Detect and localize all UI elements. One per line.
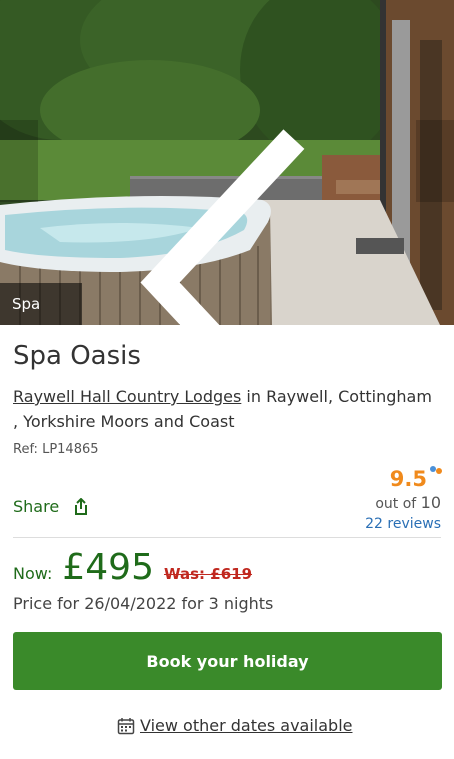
share-icon	[75, 497, 88, 515]
view-other-dates-label: View other dates available	[140, 716, 353, 735]
rating-out-of: out of 10	[331, 493, 441, 512]
book-holiday-button[interactable]: Book your holiday	[13, 632, 442, 690]
gallery-next-button[interactable]	[416, 120, 454, 202]
share-button[interactable]: Share	[13, 497, 89, 516]
rating-score-value: 9.5	[389, 467, 427, 491]
divider	[13, 537, 441, 538]
rating-block: 9.5 out of 10 22 reviews	[331, 466, 442, 532]
rating-out-of-label: out of	[375, 496, 417, 512]
price-was-value: Was: £619	[163, 565, 253, 583]
listing-location: Raywell Hall Country Lodges in Raywell, …	[13, 384, 433, 434]
rating-score: 9.5	[389, 466, 442, 491]
reviews-link[interactable]: 22 reviews	[331, 516, 441, 532]
price-note: Price for 26/04/2022 for 3 nights	[13, 594, 274, 613]
park-link[interactable]: Raywell Hall Country Lodges	[13, 387, 241, 406]
listing-ref: Ref: LP14865	[13, 442, 99, 457]
share-label: Share	[13, 497, 60, 516]
calendar-icon	[117, 717, 135, 734]
chevron-left-icon	[140, 129, 305, 325]
hero-image: Spa Oasis	[0, 0, 454, 325]
price-now-value: £495	[62, 547, 154, 588]
price-row: Now: £495 Was: £619	[13, 547, 252, 588]
listing-title: Spa Oasis	[13, 341, 141, 371]
gallery-prev-button[interactable]	[0, 120, 305, 325]
chevron-right-icon	[416, 120, 454, 325]
rating-out-of-value: 10	[420, 493, 441, 512]
price-now-label: Now:	[13, 564, 53, 583]
rating-dots-icon	[430, 466, 442, 474]
view-other-dates-link[interactable]: View other dates available	[117, 716, 352, 735]
